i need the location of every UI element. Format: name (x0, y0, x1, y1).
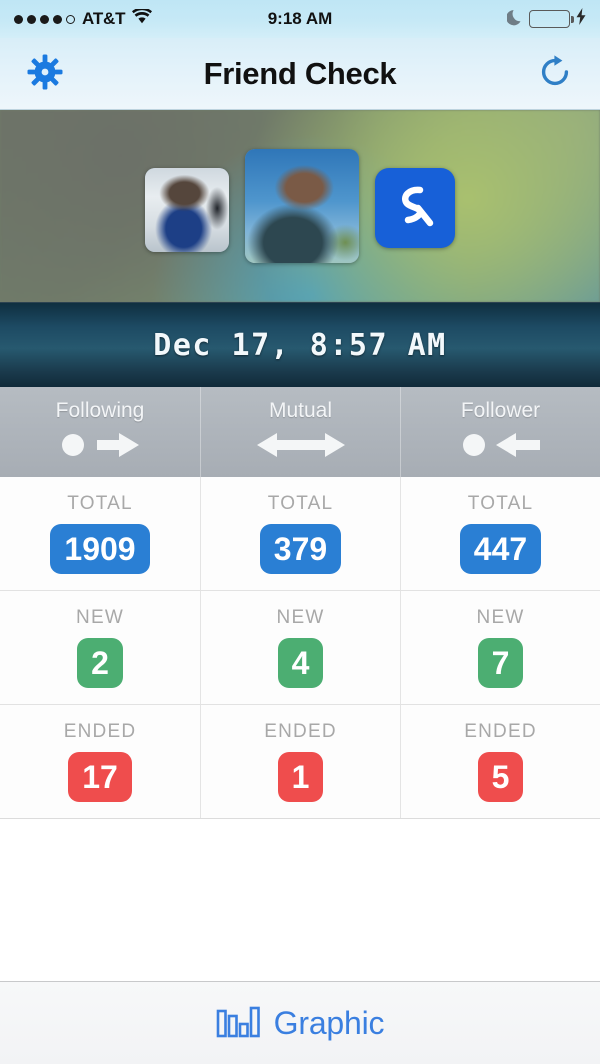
bar-chart-icon (216, 1005, 262, 1042)
content-filler (0, 819, 600, 981)
double-arrow-icon (253, 430, 349, 465)
avatar-user[interactable] (245, 149, 359, 263)
status-badge: 17 (68, 752, 132, 802)
status-badge: 1909 (50, 524, 150, 574)
moon-icon (506, 8, 523, 31)
app-logo-icon (387, 178, 443, 239)
metric-label: TOTAL (267, 493, 334, 514)
battery-indicator (529, 10, 574, 28)
signal-dot-4 (53, 14, 62, 24)
status-badge: 2 (77, 638, 123, 688)
avatar-photo (245, 149, 359, 263)
table-header-row: Following Mutual Follower (0, 387, 600, 477)
column-header-follower[interactable]: Follower (400, 387, 600, 477)
carrier-label: AT&T (82, 9, 126, 28)
status-badge: 1 (277, 752, 324, 802)
signal-dot-1 (14, 14, 23, 24)
metric-label: NEW (476, 607, 525, 628)
metric-label: NEW (76, 607, 124, 628)
lightning-bolt-icon (576, 8, 586, 30)
status-bar-right (506, 8, 586, 31)
cell-mutual-new[interactable]: NEW 4 (200, 591, 400, 704)
page-title: Friend Check (203, 55, 397, 91)
last-updated-timestamp: Dec 17, 8:57 AM (153, 327, 447, 363)
metric-label: ENDED (464, 721, 537, 742)
column-header-following[interactable]: Following (0, 387, 200, 477)
cell-follower-new[interactable]: NEW 7 (400, 591, 600, 704)
last-updated-bar: Dec 17, 8:57 AM (0, 302, 600, 387)
status-badge: 379 (259, 524, 342, 574)
gear-icon (27, 54, 63, 93)
signal-dot-5 (66, 14, 75, 24)
cell-following-new[interactable]: NEW 2 (0, 591, 200, 704)
status-badge: 4 (277, 638, 324, 688)
avatar-friend-1[interactable] (145, 168, 229, 252)
metric-label: ENDED (63, 721, 137, 742)
status-badge: 7 (477, 638, 524, 688)
signal-dot-2 (27, 14, 36, 24)
signal-strength-indicator (14, 14, 75, 24)
status-bar: AT&T 9:18 AM (0, 0, 600, 38)
avatar-app-icon[interactable] (375, 168, 455, 248)
signal-dot-3 (40, 14, 49, 24)
graphic-button[interactable]: Graphic (216, 1000, 385, 1046)
wifi-icon (132, 7, 153, 29)
hero-banner (0, 110, 600, 302)
graphic-label: Graphic (273, 1004, 385, 1041)
refresh-button[interactable] (532, 51, 578, 97)
navigation-bar: Friend Check (0, 38, 600, 110)
settings-button[interactable] (22, 51, 68, 97)
table-row-new: NEW 2 NEW 4 NEW 7 (0, 590, 600, 704)
column-title: Mutual (268, 399, 333, 422)
refresh-icon (537, 54, 573, 93)
dot-arrow-right-icon (57, 430, 143, 465)
cell-following-ended[interactable]: ENDED 17 (0, 705, 200, 818)
metric-label: ENDED (264, 721, 337, 742)
app-root: AT&T 9:18 AM Friend Check Dec 17, 8:57 A… (0, 0, 600, 1064)
column-title: Follower (460, 399, 541, 422)
metric-label: TOTAL (467, 493, 534, 514)
avatar-group (0, 110, 600, 302)
status-badge: 447 (459, 524, 542, 574)
table-row-total: TOTAL 1909 TOTAL 379 TOTAL 447 (0, 477, 600, 590)
cell-following-total[interactable]: TOTAL 1909 (0, 477, 200, 590)
cell-mutual-total[interactable]: TOTAL 379 (200, 477, 400, 590)
stats-table: Following Mutual Follower TOTAL 1909 TOT… (0, 387, 600, 819)
cell-follower-ended[interactable]: ENDED 5 (400, 705, 600, 818)
avatar-photo (145, 168, 229, 252)
column-header-mutual[interactable]: Mutual (200, 387, 400, 477)
table-row-ended: ENDED 17 ENDED 1 ENDED 5 (0, 704, 600, 819)
cell-follower-total[interactable]: TOTAL 447 (400, 477, 600, 590)
metric-label: TOTAL (67, 493, 133, 514)
metric-label: NEW (276, 607, 325, 628)
status-badge: 5 (477, 752, 524, 802)
bottom-toolbar: Graphic (0, 981, 600, 1064)
dot-arrow-left-icon (458, 430, 544, 465)
cell-mutual-ended[interactable]: ENDED 1 (200, 705, 400, 818)
column-title: Following (55, 399, 145, 422)
status-bar-left: AT&T (14, 7, 153, 29)
